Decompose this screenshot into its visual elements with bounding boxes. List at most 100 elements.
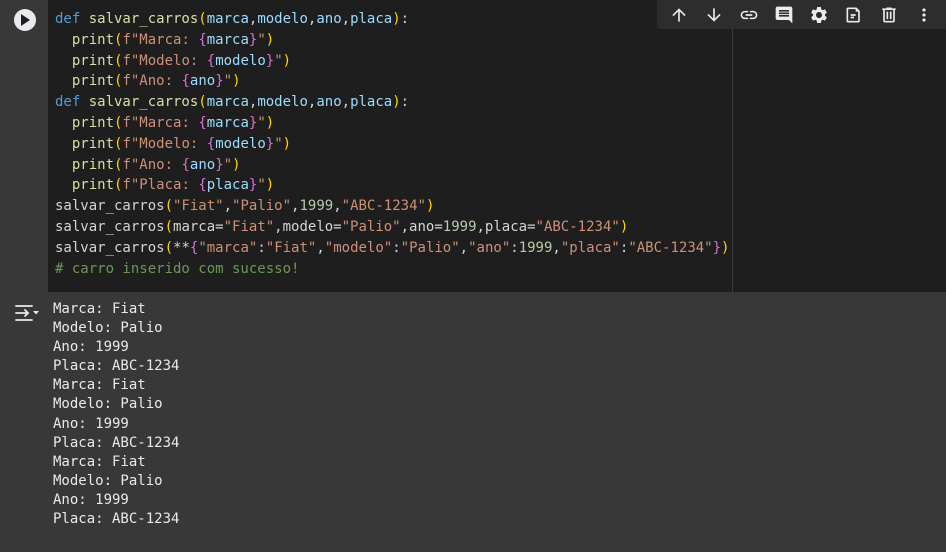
code-token: 1999 [518, 239, 553, 256]
code-token: f"Modelo: [122, 52, 207, 69]
code-token: ( [198, 94, 207, 111]
code-token: " [257, 114, 266, 131]
code-token: ,placa= [476, 218, 536, 235]
code-token: } [215, 156, 224, 173]
code-token: : [400, 94, 410, 111]
code-token: print [55, 73, 115, 90]
code-token: , [552, 239, 561, 256]
code-token: "Palio" [232, 198, 292, 215]
code-token: : [510, 239, 519, 256]
code-token: { [198, 31, 207, 48]
move-cell-down-button[interactable] [700, 2, 728, 28]
code-line: def salvar_carros(marca,modelo,ano,placa… [55, 9, 729, 30]
code-token: print [55, 135, 115, 152]
code-token: ( [198, 11, 207, 27]
code-line: salvar_carros(**{"marca":"Fiat","modelo"… [55, 238, 729, 259]
run-cell-button[interactable] [14, 9, 36, 31]
code-token: modelo [257, 11, 308, 27]
code-token: "Palio" [341, 218, 401, 235]
code-token: , [459, 239, 469, 256]
code-token: " [257, 31, 266, 48]
link-icon [740, 10, 758, 19]
code-block[interactable]: def salvar_carros(marca,modelo,ano,placa… [55, 9, 729, 279]
code-token: ( [164, 218, 174, 235]
code-token: ) [282, 52, 292, 69]
code-token: " [274, 135, 283, 152]
code-token: ,ano= [400, 218, 443, 235]
arrow-down-icon [707, 7, 721, 22]
delete-cell-button[interactable] [875, 2, 903, 28]
code-token: "placa" [560, 239, 620, 256]
code-cell: def salvar_carros(marca,modelo,ano,placa… [0, 0, 946, 292]
mirror-cell-button[interactable] [840, 2, 868, 28]
code-token: ) [619, 218, 629, 235]
code-token: modelo [215, 135, 266, 152]
code-token: ) [721, 239, 730, 256]
comment-icon [775, 6, 793, 23]
output-line: Placa: ABC-1234 [53, 358, 180, 375]
code-token: " [223, 73, 233, 90]
code-token: "ano" [468, 239, 511, 256]
code-token: marca [206, 11, 249, 27]
code-token: placa [350, 11, 393, 27]
editor-ruler [732, 0, 733, 292]
code-token: ) [232, 73, 241, 90]
code-token: ** [173, 239, 190, 256]
play-icon [21, 14, 30, 26]
code-token: ) [265, 177, 275, 194]
code-token: "Palio" [400, 239, 460, 256]
code-token: print [55, 52, 115, 69]
code-token: { [198, 114, 207, 131]
code-line: print(f"Placa: {placa}") [55, 175, 729, 196]
code-token: { [206, 52, 216, 69]
output-line: Modelo: Palio [53, 320, 163, 337]
code-token: marca [206, 94, 249, 111]
code-token: } [265, 52, 275, 69]
output-line: Marca: Fiat [53, 453, 146, 470]
code-token: "Fiat" [265, 239, 317, 256]
cell-settings-button[interactable] [805, 2, 833, 28]
code-line: print(f"Modelo: {modelo}") [55, 51, 729, 72]
code-line: print(f"Ano: {ano}") [55, 155, 729, 176]
code-token: "Fiat" [223, 218, 275, 235]
code-token: ( [164, 198, 174, 215]
add-comment-button[interactable] [770, 2, 798, 28]
code-line: print(f"Marca: {marca}") [55, 113, 729, 134]
code-line: print(f"Modelo: {modelo}") [55, 134, 729, 155]
code-token: " [223, 156, 233, 173]
code-token: ) [265, 31, 275, 48]
code-token: f"Marca: [122, 31, 199, 48]
output-line: Ano: 1999 [53, 491, 129, 508]
code-token: placa [350, 94, 393, 111]
output-line: Marca: Fiat [53, 377, 146, 394]
more-actions-button[interactable] [910, 2, 938, 28]
code-token: def [55, 11, 89, 27]
code-token: , [341, 94, 351, 111]
code-token: salvar_carros [88, 11, 199, 27]
code-token: 1999 [299, 198, 334, 215]
code-token: : [257, 239, 266, 256]
code-token: , [341, 11, 351, 27]
code-token: : [392, 239, 401, 256]
copy-link-button[interactable] [735, 2, 763, 28]
output-text: Marca: Fiat Modelo: Palio Ano: 1999 Placa: … [53, 300, 179, 529]
code-token: f"Marca: [122, 114, 199, 131]
arrow-up-icon [671, 7, 686, 22]
code-token: ) [232, 156, 241, 173]
code-token: 1999 [442, 218, 477, 235]
output-toggle-button[interactable] [14, 302, 40, 324]
code-token: ano [316, 94, 342, 111]
code-token: { [181, 156, 190, 173]
code-token: # carro inserido com sucesso! [55, 260, 300, 277]
code-token: marca [206, 31, 249, 48]
cell-gutter [0, 0, 48, 292]
move-cell-up-button[interactable] [665, 2, 693, 28]
code-token: ( [164, 239, 174, 256]
code-token: } [215, 73, 224, 90]
code-token: "ABC-1234" [341, 198, 426, 215]
code-token: ) [392, 11, 401, 27]
code-token: " [274, 52, 283, 69]
output-line: Placa: ABC-1234 [53, 511, 180, 528]
code-line: print(f"Ano: {ano}") [55, 71, 729, 92]
code-token: { [206, 135, 216, 152]
